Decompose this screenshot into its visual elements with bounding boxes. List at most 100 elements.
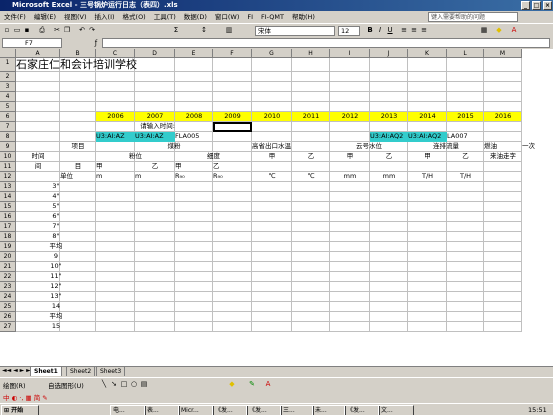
grid-cell[interactable]	[292, 92, 330, 102]
open-icon[interactable]: ▭	[13, 26, 21, 34]
grid-cell[interactable]	[135, 202, 175, 212]
grid-cell[interactable]	[96, 252, 135, 262]
align-right-icon[interactable]: ≡	[420, 26, 428, 34]
row-header[interactable]: 23	[0, 282, 16, 292]
italic-icon[interactable]: I	[376, 26, 384, 34]
grid-cell[interactable]	[292, 82, 330, 92]
grid-cell[interactable]	[135, 212, 175, 222]
grid-cell[interactable]	[292, 242, 330, 252]
grid-cell[interactable]	[135, 82, 175, 92]
rectangle-icon[interactable]: □	[120, 380, 128, 388]
grid-cell[interactable]	[330, 132, 370, 142]
grid-cell[interactable]	[96, 282, 135, 292]
grid-cell[interactable]	[292, 212, 330, 222]
row-header[interactable]: 16	[0, 212, 16, 222]
active-cell[interactable]	[213, 122, 252, 132]
grid-cell[interactable]	[370, 242, 408, 252]
grid-cell[interactable]	[175, 252, 213, 262]
grid-cell[interactable]	[330, 322, 370, 332]
grid-cell[interactable]	[252, 242, 292, 252]
grid-cell[interactable]	[213, 322, 252, 332]
grid-cell[interactable]	[135, 292, 175, 302]
grid-cell[interactable]	[408, 292, 447, 302]
grid-cell[interactable]	[292, 182, 330, 192]
grid-cell[interactable]	[330, 122, 370, 132]
cut-icon[interactable]: ✂	[53, 26, 61, 34]
grid-cell[interactable]	[175, 322, 213, 332]
grid-cell[interactable]	[135, 92, 175, 102]
grid-cell[interactable]	[370, 82, 408, 92]
grid-cell[interactable]	[408, 252, 447, 262]
grid-cell[interactable]	[370, 122, 408, 132]
line-color-icon[interactable]: ✎	[248, 380, 256, 388]
grid-cell[interactable]	[213, 242, 252, 252]
grid-cell[interactable]	[292, 202, 330, 212]
grid-cell[interactable]	[370, 322, 408, 332]
grid-cell[interactable]	[408, 222, 447, 232]
grid-cell[interactable]	[16, 82, 60, 92]
grid-cell[interactable]	[484, 132, 522, 142]
taskbar-item[interactable]: 表...	[144, 405, 180, 415]
row-header[interactable]: 20	[0, 252, 16, 262]
align-center-icon[interactable]: ≡	[410, 26, 418, 34]
grid-cell[interactable]	[135, 242, 175, 252]
menu-tools[interactable]: 工具(T)	[150, 11, 180, 23]
grid-cell[interactable]	[370, 72, 408, 82]
grid-cell[interactable]	[252, 202, 292, 212]
grid-cell[interactable]	[135, 182, 175, 192]
grid-cell[interactable]	[447, 262, 484, 272]
grid-cell[interactable]	[252, 232, 292, 242]
grid-cell[interactable]	[370, 102, 408, 112]
menu-edit[interactable]: 编辑(E)	[30, 11, 60, 23]
menu-file[interactable]: 文件(F)	[0, 11, 30, 23]
grid-cell[interactable]	[252, 312, 292, 322]
grid-cell[interactable]	[213, 212, 252, 222]
grid-cell[interactable]	[408, 272, 447, 282]
grid-cell[interactable]	[213, 282, 252, 292]
menu-insert[interactable]: 插入(I)	[91, 11, 119, 23]
row-header[interactable]: 6	[0, 112, 16, 122]
grid-cell[interactable]	[252, 82, 292, 92]
grid-cell[interactable]	[213, 312, 252, 322]
grid-cell[interactable]	[252, 272, 292, 282]
column-header[interactable]: J	[370, 49, 408, 58]
grid-cell[interactable]	[96, 322, 135, 332]
grid-cell[interactable]	[175, 82, 213, 92]
grid-cell[interactable]	[447, 302, 484, 312]
grid-cell[interactable]	[135, 72, 175, 82]
grid-cell[interactable]	[484, 222, 522, 232]
grid-cell[interactable]	[484, 72, 522, 82]
grid-cell[interactable]	[135, 222, 175, 232]
grid-cell[interactable]	[330, 302, 370, 312]
grid-cell[interactable]	[408, 322, 447, 332]
grid-cell[interactable]	[96, 292, 135, 302]
grid-cell[interactable]	[60, 72, 96, 82]
grid-cell[interactable]	[292, 312, 330, 322]
grid-cell[interactable]	[60, 132, 96, 142]
row-header[interactable]: 2	[0, 72, 16, 82]
grid-cell[interactable]	[370, 212, 408, 222]
grid-cell[interactable]	[408, 82, 447, 92]
column-header[interactable]: I	[330, 49, 370, 58]
grid-cell[interactable]	[252, 182, 292, 192]
grid-cell[interactable]	[135, 312, 175, 322]
grid-cell[interactable]	[330, 252, 370, 262]
redo-icon[interactable]: ↷	[88, 26, 96, 34]
grid-cell[interactable]	[252, 58, 292, 72]
grid-cell[interactable]	[447, 82, 484, 92]
grid-cell[interactable]	[16, 122, 60, 132]
drawing-menu[interactable]: 绘图(R)	[3, 380, 26, 390]
grid-cell[interactable]	[447, 182, 484, 192]
grid-cell[interactable]	[484, 312, 522, 322]
grid-cell[interactable]	[370, 58, 408, 72]
grid-cell[interactable]	[484, 292, 522, 302]
grid-cell[interactable]	[484, 232, 522, 242]
grid-cell[interactable]	[213, 192, 252, 202]
grid-cell[interactable]	[292, 252, 330, 262]
grid-cell[interactable]	[60, 112, 96, 122]
grid-cell[interactable]	[213, 262, 252, 272]
taskbar-item[interactable]: Micr...	[178, 405, 214, 415]
grid-cell[interactable]	[408, 282, 447, 292]
grid-cell[interactable]	[135, 252, 175, 262]
grid-cell[interactable]	[175, 292, 213, 302]
